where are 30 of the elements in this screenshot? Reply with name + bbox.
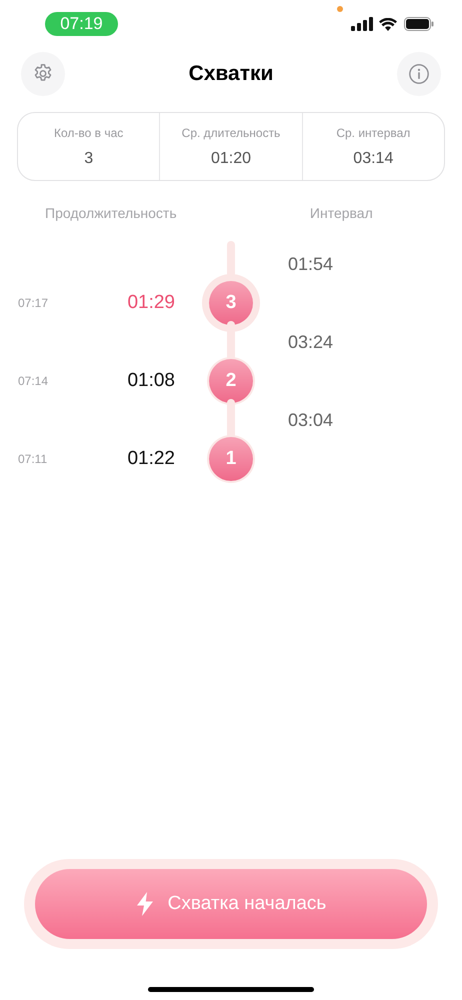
- contraction-marker: 1: [209, 437, 253, 481]
- column-heading: Продолжительность: [44, 205, 178, 223]
- duration-time: 01:08: [127, 370, 175, 392]
- interval-time: 03:04: [288, 410, 334, 430]
- start-time: 07:14: [18, 374, 48, 388]
- battery-icon: [404, 17, 434, 31]
- stat-value: 03:14: [353, 150, 394, 168]
- stat-value: 01:20: [210, 150, 252, 168]
- settings-button[interactable]: [21, 52, 65, 96]
- duration-time: 01:22: [127, 448, 175, 470]
- status-time: 07:19: [45, 12, 118, 36]
- interval-time: 01:54: [288, 254, 334, 274]
- column-heading: Интервал: [308, 205, 374, 223]
- screen-title: Схватки: [188, 62, 274, 86]
- stat-label: Кол-во в час: [54, 126, 124, 140]
- stat-value: 3: [84, 150, 94, 168]
- signal-icon: [351, 17, 373, 31]
- info-button[interactable]: [397, 52, 441, 96]
- duration-time: 01:29: [127, 292, 175, 314]
- lightning-icon: [136, 892, 154, 916]
- start-contraction-button[interactable]: Схватка началась: [35, 869, 427, 939]
- contraction-marker: 2: [209, 359, 253, 403]
- info-icon: [408, 63, 430, 85]
- interval-time: 03:24: [288, 332, 334, 352]
- contraction-marker: 3: [209, 281, 253, 325]
- stat-label: Ср. длительность: [182, 126, 280, 140]
- start-time: 07:17: [18, 296, 48, 310]
- start-time: 07:11: [18, 452, 48, 466]
- stat-label: Ср. интервал: [336, 126, 410, 140]
- wifi-icon: [379, 18, 397, 30]
